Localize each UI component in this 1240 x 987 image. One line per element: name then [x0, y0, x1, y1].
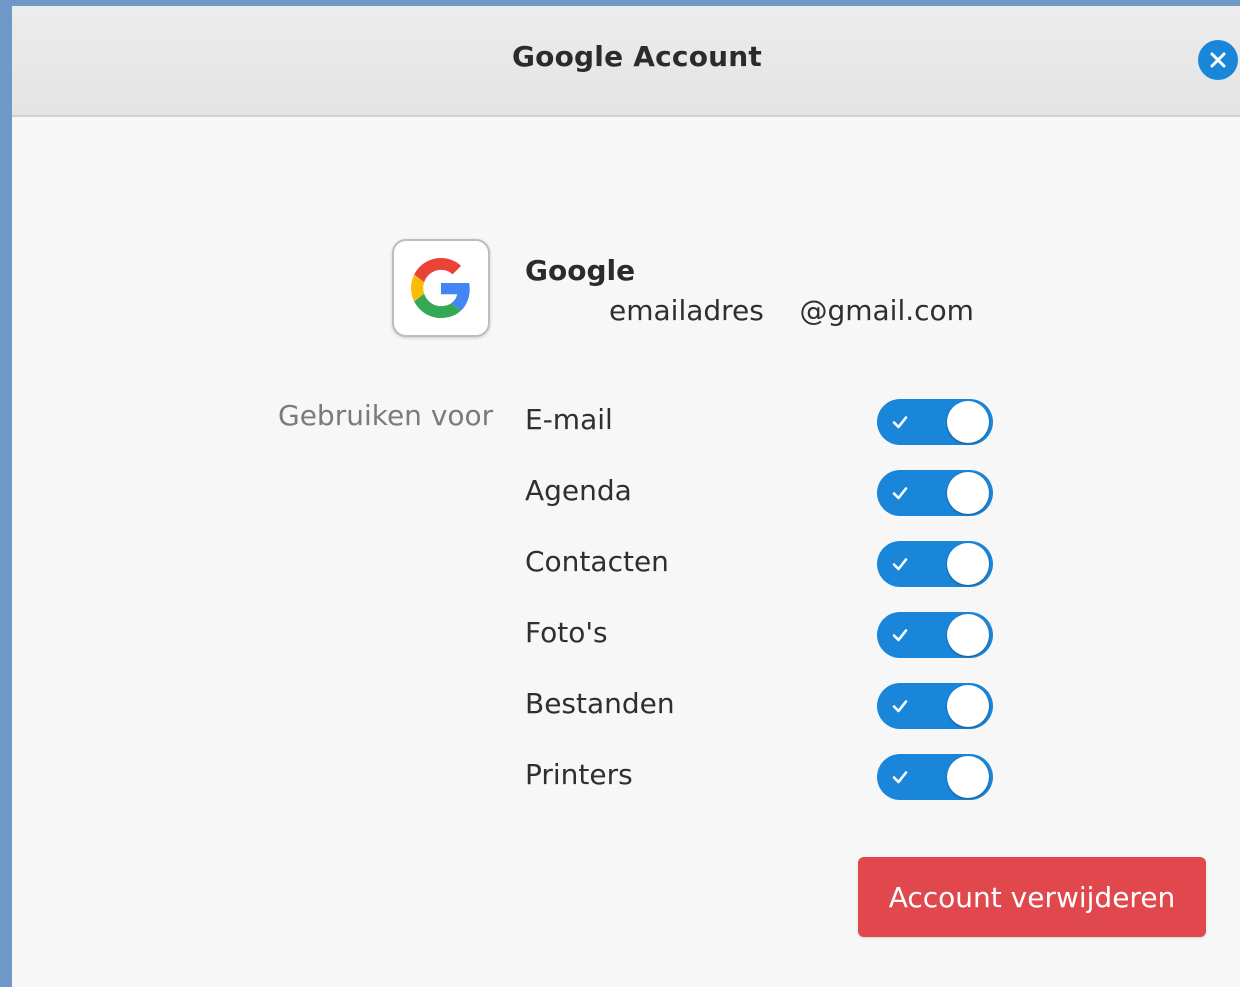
check-icon [892, 558, 908, 571]
service-label: E-mail [525, 403, 613, 436]
provider-logo [392, 239, 490, 337]
service-row-agenda: Agenda [12, 464, 1240, 524]
agenda-toggle[interactable] [877, 470, 993, 516]
google-logo-icon [411, 258, 470, 318]
toggle-knob [947, 472, 989, 514]
toggle-knob [947, 685, 989, 727]
remove-account-button[interactable]: Account verwijderen [858, 857, 1206, 937]
close-icon [1210, 52, 1226, 68]
service-row-files: Bestanden [12, 677, 1240, 737]
check-icon [892, 629, 908, 642]
account-email: emailadres @gmail.com [609, 294, 974, 327]
titlebar: Google Account [12, 6, 1240, 117]
toggle-knob [947, 401, 989, 443]
email-toggle[interactable] [877, 399, 993, 445]
service-label: Printers [525, 758, 633, 791]
dialog-content: Google emailadres @gmail.com Gebruiken v… [12, 117, 1240, 987]
provider-name: Google [525, 254, 636, 287]
window-title: Google Account [512, 40, 762, 73]
contacts-toggle[interactable] [877, 541, 993, 587]
check-icon [892, 771, 908, 784]
toggle-knob [947, 756, 989, 798]
printers-toggle[interactable] [877, 754, 993, 800]
service-row-email: E-mail [12, 393, 1240, 453]
service-row-contacts: Contacten [12, 535, 1240, 595]
service-row-photos: Foto's [12, 606, 1240, 666]
service-label: Foto's [525, 616, 608, 649]
check-icon [892, 487, 908, 500]
service-label: Contacten [525, 545, 669, 578]
files-toggle[interactable] [877, 683, 993, 729]
check-icon [892, 700, 908, 713]
photos-toggle[interactable] [877, 612, 993, 658]
toggle-knob [947, 543, 989, 585]
service-row-printers: Printers [12, 748, 1240, 808]
close-button[interactable] [1198, 40, 1238, 80]
service-label: Agenda [525, 474, 632, 507]
check-icon [892, 416, 908, 429]
service-label: Bestanden [525, 687, 675, 720]
account-dialog: Google Account Google emailadres @gmail.… [12, 6, 1240, 987]
toggle-knob [947, 614, 989, 656]
